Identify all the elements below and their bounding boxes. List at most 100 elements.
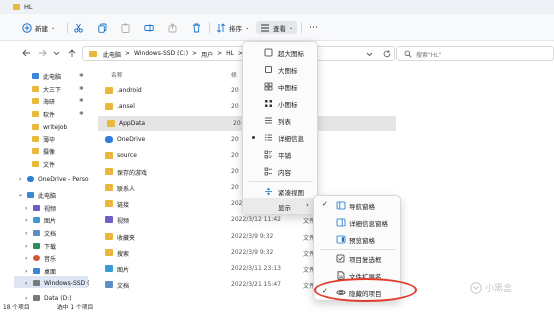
menu-item-show[interactable]: 显示 ›: [243, 198, 317, 214]
share-button[interactable]: [168, 21, 177, 34]
menu-item-tiles[interactable]: 平铺: [243, 146, 317, 163]
chevron-right-icon[interactable]: ›: [25, 280, 27, 287]
item-count: 18 个项目: [3, 305, 30, 311]
folder-icon: [105, 184, 113, 191]
view-menu: 超大图标 大图标 中图标 小图标 列表 详细信息 平铺 内容 紧凑视图 显示 ›: [242, 41, 318, 215]
view-button-label: 查看: [273, 24, 286, 33]
sidebar-item[interactable]: 薄毕: [32, 133, 55, 145]
drive-icon: [33, 280, 40, 286]
menu-item-preview-pane[interactable]: 预览窗格: [314, 231, 400, 248]
sidebar-item-windows-ssd[interactable]: Windows-SSD (: [33, 277, 89, 289]
share-icon: [168, 22, 177, 32]
chevron-right-icon[interactable]: ›: [25, 205, 27, 212]
view-button[interactable]: 查看 ⌄: [256, 21, 298, 34]
new-button[interactable]: 新建 ⌄: [22, 21, 55, 34]
sidebar-item[interactable]: writeJob: [32, 121, 67, 133]
video-icon: [33, 205, 40, 211]
menu-item-item-checkboxes[interactable]: 项目复选框: [314, 250, 400, 267]
chevron-right-icon: ›: [306, 201, 309, 209]
menu-item-small-icons[interactable]: 小图标: [243, 95, 317, 112]
folder-icon: [105, 87, 113, 94]
delete-button[interactable]: [192, 21, 201, 34]
forward-arrow-icon[interactable]: [38, 49, 47, 59]
address-field[interactable]: 此电脑 > Windows-SSD (C:) > 用户 > HL >: [82, 46, 395, 61]
breadcrumb-item[interactable]: Windows-SSD (C:): [134, 50, 188, 59]
navigation-pane-icon: [336, 201, 346, 210]
breadcrumb-item[interactable]: 此电脑: [103, 50, 121, 59]
picture-icon: [33, 217, 40, 223]
up-arrow-icon[interactable]: [68, 49, 76, 60]
search-input[interactable]: 搜索"HL": [396, 46, 554, 61]
menu-item-medium-icons[interactable]: 中图标: [243, 78, 317, 95]
sidebar-item[interactable]: 文件: [32, 158, 55, 170]
new-button-label: 新建: [35, 24, 48, 33]
sort-icon: [216, 22, 226, 33]
chevron-right-icon[interactable]: ›: [25, 217, 27, 224]
video-icon: [105, 216, 113, 223]
window-title: HL: [24, 3, 33, 11]
menu-item-large-icons[interactable]: 大图标: [243, 61, 317, 78]
cut-button[interactable]: [74, 21, 83, 34]
folder-icon: [32, 161, 39, 167]
navigation-pane: 此电脑 ✱ 大三下 ✱ 海研 ✱ 软件 ✱ writeJob 薄毕 摄像 文件 …: [0, 66, 90, 302]
tiles-icon: [264, 150, 272, 159]
paste-button[interactable]: [121, 21, 130, 34]
chevron-right-icon[interactable]: ›: [25, 268, 27, 275]
sidebar-item[interactable]: 摄像: [32, 145, 55, 157]
menu-item-extra-large-icons[interactable]: 超大图标: [243, 44, 317, 61]
back-arrow-icon[interactable]: [22, 49, 31, 59]
checkbox-icon: [336, 254, 345, 263]
sidebar-item[interactable]: 文档: [33, 227, 56, 239]
column-header-name[interactable]: 名称: [111, 70, 123, 79]
sidebar-item[interactable]: 大三下: [32, 83, 61, 95]
pin-icon: ✱: [79, 86, 84, 92]
document-icon: [105, 281, 113, 288]
folder-icon: [13, 4, 20, 10]
sidebar-item[interactable]: 桌面: [33, 265, 56, 277]
watermark-logo-icon: [470, 281, 482, 294]
sidebar-item[interactable]: 软件: [32, 108, 55, 120]
breadcrumb-separator: >: [192, 50, 198, 57]
cloud-icon: [27, 176, 34, 182]
list-icon: [265, 117, 272, 124]
plus-circle-icon: [22, 22, 32, 33]
column-header-date[interactable]: 修: [231, 70, 237, 79]
breadcrumb-item[interactable]: HL: [226, 50, 234, 59]
chevron-right-icon[interactable]: ›: [19, 176, 21, 183]
sidebar-item-this-pc[interactable]: 此电脑: [27, 189, 56, 201]
chevron-right-icon[interactable]: ›: [25, 243, 27, 250]
sidebar-item-onedrive[interactable]: OneDrive - Perso: [27, 173, 89, 185]
sidebar-item[interactable]: 视频: [33, 202, 56, 214]
more-icon: ⋯: [309, 22, 318, 33]
recent-chevron-icon[interactable]: [53, 49, 60, 59]
sidebar-item[interactable]: 图片: [33, 214, 56, 226]
sidebar-item[interactable]: 此电脑: [32, 70, 61, 82]
menu-item-navigation-pane[interactable]: ✓ 导航窗格: [314, 197, 400, 214]
trash-icon: [193, 23, 200, 32]
document-icon: [33, 230, 40, 236]
details-icon: [265, 134, 272, 141]
menu-item-list[interactable]: 列表: [243, 112, 317, 129]
compact-view-icon: [265, 187, 272, 196]
refresh-icon[interactable]: [383, 50, 391, 60]
breadcrumb-item[interactable]: 用户: [201, 50, 213, 59]
folder-icon: [107, 120, 115, 127]
search-placeholder: 搜索"HL": [416, 52, 442, 59]
breadcrumb-separator: >: [125, 50, 131, 57]
rename-button[interactable]: [144, 21, 154, 34]
sidebar-item[interactable]: 音乐: [33, 252, 56, 264]
command-bar: 新建 ⌄ 排序 ⌄ 查看 ⌄ ⋯: [0, 14, 554, 41]
chevron-right-icon[interactable]: ›: [25, 255, 27, 262]
sidebar-item[interactable]: 海研: [32, 95, 55, 107]
copy-button[interactable]: [98, 21, 107, 34]
menu-item-details[interactable]: 详细信息: [243, 129, 317, 146]
chevron-right-icon[interactable]: ›: [25, 230, 27, 237]
menu-item-content[interactable]: 内容: [243, 163, 317, 180]
menu-item-details-pane[interactable]: 详细信息窗格: [314, 214, 400, 231]
more-button[interactable]: ⋯: [309, 21, 318, 34]
chevron-down-icon[interactable]: ⌄: [18, 191, 23, 198]
breadcrumb: 此电脑 > Windows-SSD (C:) > 用户 > HL >: [103, 50, 243, 59]
sort-button[interactable]: 排序 ⌄: [216, 21, 249, 34]
history-chevron-icon[interactable]: [366, 50, 373, 60]
sidebar-item[interactable]: 下载: [33, 240, 56, 252]
